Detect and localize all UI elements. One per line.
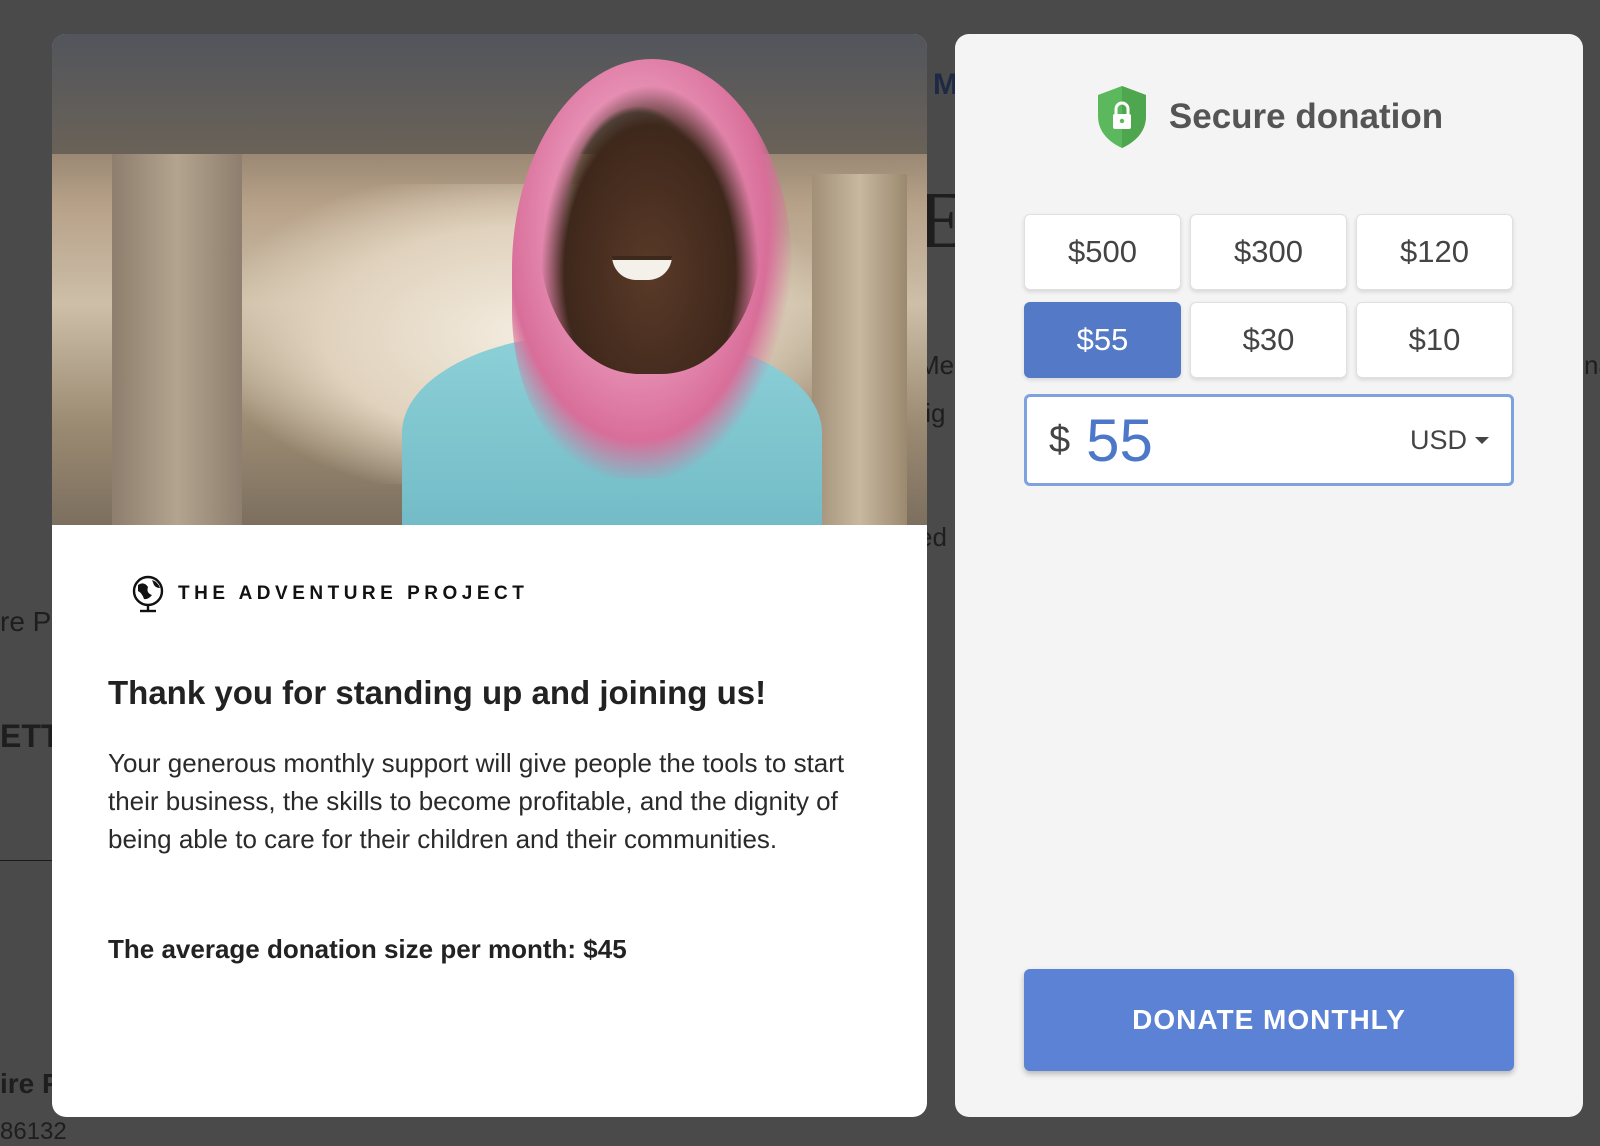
secure-donation-title: Secure donation [1168,97,1444,136]
brand-logo: THE ADVENTURE PROJECT [130,574,528,614]
currency-symbol: $ [1049,418,1071,461]
average-donation-text: The average donation size per month: $45 [108,934,627,964]
amount-option-55[interactable]: $55 [1024,302,1181,378]
thank-you-title: Thank you for standing up and joining us… [108,674,767,711]
donation-form-card: Secure donation $500 $300 $120 $55 $30 $… [955,34,1583,1117]
amount-option-30[interactable]: $30 [1190,302,1347,378]
currency-label: USD [1409,424,1467,455]
thank-you-card: THE ADVENTURE PROJECT Thank you for stan… [52,34,927,1117]
chevron-down-icon [1475,436,1489,444]
background-divider [0,860,53,861]
hero-image [52,34,927,525]
background-text: 86132 [0,1118,67,1145]
custom-amount-field[interactable]: $ 55 USD [1024,394,1514,486]
amount-options: $500 $300 $120 $55 $30 $10 [1024,214,1514,378]
shield-lock-icon [1097,86,1146,148]
amount-option-500[interactable]: $500 [1024,214,1181,290]
amount-option-120[interactable]: $120 [1356,214,1513,290]
secure-donation-header: Secure donation [955,84,1583,150]
background-text: na [1584,350,1600,380]
amount-option-300[interactable]: $300 [1190,214,1347,290]
amount-option-10[interactable]: $10 [1356,302,1513,378]
currency-select[interactable]: USD [1410,425,1489,456]
amount-input[interactable]: 55 [1086,406,1410,475]
globe-icon [132,575,164,613]
thank-you-body: Your generous monthly support will give … [108,748,845,854]
brand-name: THE ADVENTURE PROJECT [178,583,529,604]
donate-monthly-button[interactable]: DONATE MONTHLY [1024,969,1514,1071]
